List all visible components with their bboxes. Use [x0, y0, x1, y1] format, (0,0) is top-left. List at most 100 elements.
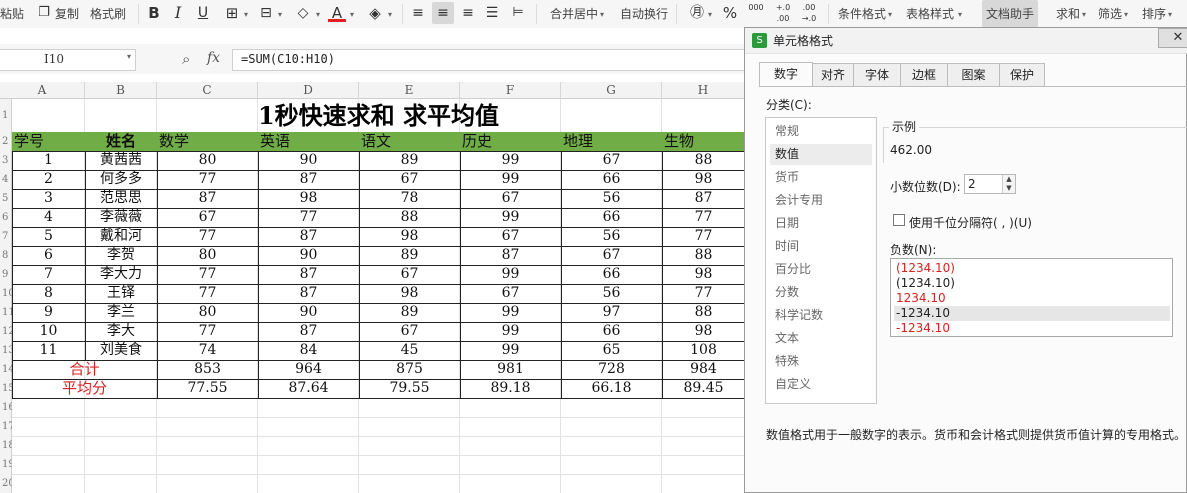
chevron-down-icon[interactable]: ▾: [1124, 10, 1128, 19]
chevron-down-icon[interactable]: ▾: [388, 10, 392, 19]
row-header[interactable]: 15: [0, 379, 12, 398]
negative-format-item[interactable]: -1234.10: [894, 306, 1170, 321]
borders-icon[interactable]: ⊞: [222, 2, 242, 24]
fx-button[interactable]: fx: [207, 50, 220, 66]
underline-button[interactable]: U: [193, 2, 213, 24]
chevron-down-icon[interactable]: ▾: [244, 10, 248, 19]
thousands-separator-checkbox[interactable]: [893, 214, 905, 226]
category-item[interactable]: 自定义: [770, 374, 872, 395]
table-cell[interactable]: 77: [157, 170, 258, 189]
average-cell[interactable]: 79.55: [359, 379, 460, 398]
row-header[interactable]: 19: [0, 455, 12, 474]
table-cell[interactable]: 99: [460, 303, 561, 322]
column-header[interactable]: B: [85, 82, 157, 99]
table-cell[interactable]: 66: [561, 208, 662, 227]
table-cell[interactable]: 77: [258, 208, 359, 227]
table-cell[interactable]: 67: [359, 265, 460, 284]
category-list[interactable]: 常规 数值 货币 会计专用 日期 时间 百分比 分数 科学记数 文本 特殊 自定义: [765, 117, 877, 404]
decrease-decimal-button[interactable]: .00 →.0: [798, 2, 820, 24]
table-cell[interactable]: 李薇薇: [85, 208, 157, 227]
average-cell[interactable]: 87.64: [258, 379, 359, 398]
table-cell[interactable]: 99: [460, 341, 561, 360]
table-cell[interactable]: 88: [662, 151, 745, 170]
table-cell[interactable]: 87: [258, 265, 359, 284]
column-header[interactable]: G: [561, 82, 662, 99]
table-cell[interactable]: 45: [359, 341, 460, 360]
tab-4[interactable]: 图案: [947, 63, 1000, 87]
column-header[interactable]: E: [359, 82, 460, 99]
average-label[interactable]: 平均分: [12, 379, 157, 398]
row-header[interactable]: 1: [0, 99, 12, 132]
table-cell[interactable]: 98: [359, 227, 460, 246]
tab-0[interactable]: 数字: [759, 62, 813, 87]
currency-icon[interactable]: ㊊: [688, 2, 706, 24]
table-cell[interactable]: 7: [12, 265, 85, 284]
category-item[interactable]: 文本: [770, 328, 872, 349]
row-header[interactable]: 10: [0, 284, 12, 303]
table-cell[interactable]: 97: [561, 303, 662, 322]
table-cell[interactable]: 66: [561, 322, 662, 341]
column-header[interactable]: D: [258, 82, 359, 99]
table-cell[interactable]: 黄茜茜: [85, 151, 157, 170]
chevron-down-icon[interactable]: ▾: [958, 10, 962, 19]
negative-format-list[interactable]: (1234.10) (1234.10) 1234.10 -1234.10 -1234.1…: [890, 258, 1173, 337]
table-cell[interactable]: 9: [12, 303, 85, 322]
row-header[interactable]: 17: [0, 417, 12, 436]
category-item[interactable]: 会计专用: [770, 190, 872, 211]
table-cell[interactable]: 李大: [85, 322, 157, 341]
wrap-text-button[interactable]: 自动换行: [620, 0, 668, 28]
distribute-icon[interactable]: ⊨: [508, 2, 528, 24]
table-cell[interactable]: 89: [359, 246, 460, 265]
table-cell[interactable]: 67: [460, 227, 561, 246]
justify-icon[interactable]: ☰: [482, 2, 502, 24]
table-style-button[interactable]: 表格样式: [906, 0, 954, 28]
increase-decimal-button[interactable]: +.0 .00: [772, 2, 794, 24]
table-cell[interactable]: 77: [662, 208, 745, 227]
table-cell[interactable]: 98: [662, 265, 745, 284]
conditional-format-button[interactable]: 条件格式: [838, 0, 886, 28]
table-cell[interactable]: 99: [460, 265, 561, 284]
table-cell[interactable]: 87: [460, 246, 561, 265]
table-cell[interactable]: 李大力: [85, 265, 157, 284]
thousands-button[interactable]: 000: [745, 2, 767, 24]
chevron-down-icon[interactable]: ▾: [278, 10, 282, 19]
table-cell[interactable]: 87: [157, 189, 258, 208]
table-cell[interactable]: 84: [258, 341, 359, 360]
sum-button[interactable]: 求和: [1056, 0, 1080, 28]
average-cell[interactable]: 89.45: [662, 379, 745, 398]
chevron-down-icon[interactable]: ▾: [316, 10, 320, 19]
table-cell[interactable]: 88: [359, 208, 460, 227]
table-cell[interactable]: 8: [12, 284, 85, 303]
table-cell[interactable]: 90: [258, 151, 359, 170]
table-cell[interactable]: 87: [258, 284, 359, 303]
table-cell[interactable]: 67: [460, 189, 561, 208]
name-box[interactable]: I10 ▾: [0, 49, 136, 71]
italic-button[interactable]: I: [168, 2, 188, 24]
row-header[interactable]: 16: [0, 398, 12, 417]
table-cell[interactable]: 77: [662, 284, 745, 303]
table-cell[interactable]: 87: [258, 322, 359, 341]
doc-assistant-button[interactable]: 文档助手: [982, 0, 1039, 28]
category-item[interactable]: 百分比: [770, 259, 872, 280]
table-cell[interactable]: 87: [662, 189, 745, 208]
table-cell[interactable]: 98: [662, 322, 745, 341]
filter-button[interactable]: 筛选: [1098, 0, 1122, 28]
row-header[interactable]: 11: [0, 303, 12, 322]
table-cell[interactable]: 5: [12, 227, 85, 246]
total-cell[interactable]: 728: [561, 360, 662, 379]
chevron-down-icon[interactable]: ▾: [708, 10, 712, 19]
total-cell[interactable]: 853: [157, 360, 258, 379]
table-cell[interactable]: 56: [561, 189, 662, 208]
total-cell[interactable]: 964: [258, 360, 359, 379]
chevron-down-icon[interactable]: ▾: [127, 52, 131, 61]
negative-format-item[interactable]: -1234.10: [894, 321, 1170, 336]
table-cell[interactable]: 10: [12, 322, 85, 341]
row-header[interactable]: 4: [0, 170, 12, 189]
column-header[interactable]: C: [157, 82, 258, 99]
row-header[interactable]: 20: [0, 474, 12, 493]
fill-color-icon[interactable]: ◇: [292, 2, 314, 24]
table-cell[interactable]: 56: [561, 284, 662, 303]
table-cell[interactable]: 108: [662, 341, 745, 360]
decimals-spinner[interactable]: 2 ▲ ▼: [964, 174, 1016, 194]
table-cell[interactable]: 99: [460, 151, 561, 170]
